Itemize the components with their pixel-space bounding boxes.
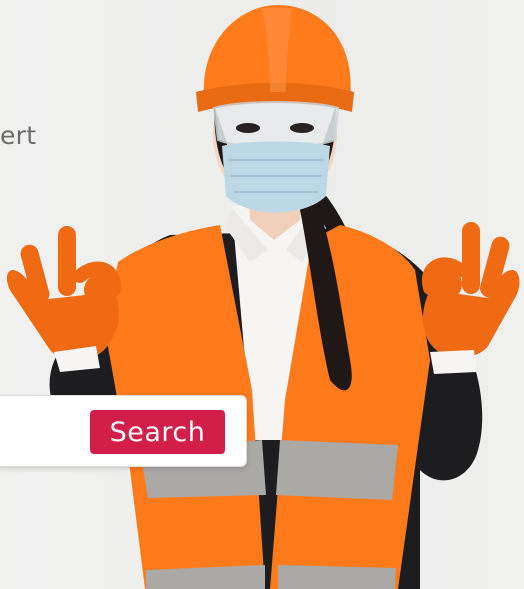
hero-photo-engineer <box>6 5 520 589</box>
search-button[interactable]: Search <box>90 410 225 454</box>
search-input[interactable] <box>3 414 87 452</box>
search-bar: Search <box>0 395 247 467</box>
